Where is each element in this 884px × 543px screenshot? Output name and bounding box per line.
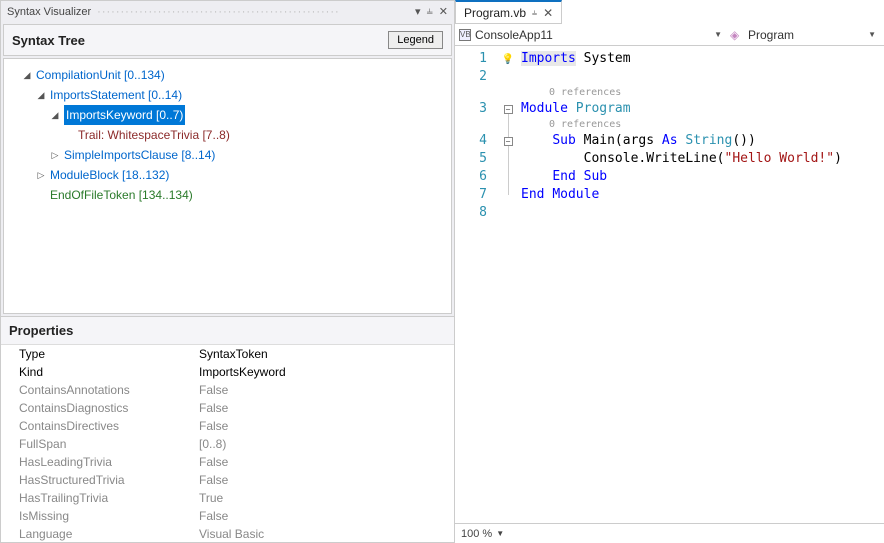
lightbulb-icon[interactable]: 💡: [502, 54, 514, 65]
codelens[interactable]: 0 references: [521, 118, 884, 132]
prop-row: ContainsDirectivesFalse: [1, 417, 454, 435]
close-icon[interactable]: ✕: [543, 6, 553, 20]
expander-icon[interactable]: ▷: [50, 150, 60, 160]
code-content[interactable]: Imports System 0 references Module Progr…: [521, 46, 884, 523]
properties-header: Properties: [1, 316, 454, 344]
expander-icon[interactable]: ◢: [36, 90, 46, 100]
project-icon: VB: [459, 29, 471, 41]
prop-row: KindImportsKeyword: [1, 363, 454, 381]
expander-icon[interactable]: ▷: [36, 170, 46, 180]
zoom-level[interactable]: 100 %: [461, 528, 492, 540]
dropdown-icon[interactable]: ▾: [415, 5, 421, 18]
prop-row: ContainsAnnotationsFalse: [1, 381, 454, 399]
line-numbers: 1 2 3 4 5 6 7 8: [455, 46, 495, 523]
editor-panel: Program.vb ⫨ ✕ VB ConsoleApp11 ▼ ◈ Progr…: [455, 0, 884, 543]
zoom-bar: 100 % ▼: [455, 523, 884, 543]
codelens[interactable]: 0 references: [521, 86, 884, 100]
syntax-visualizer-panel: Syntax Visualizer ······················…: [0, 0, 455, 543]
tree-node[interactable]: ▷ModuleBlock [18..132): [8, 165, 447, 185]
prop-row: LanguageVisual Basic: [1, 525, 454, 542]
tree-node[interactable]: ▷SimpleImportsClause [8..14): [8, 145, 447, 165]
tab-bar: Program.vb ⫨ ✕: [455, 0, 884, 24]
nav-bar: VB ConsoleApp11 ▼ ◈ Program ▼: [455, 24, 884, 46]
panel-titlebar: Syntax Visualizer ······················…: [1, 1, 454, 22]
member-dropdown[interactable]: ◈ Program ▼: [730, 28, 880, 42]
expander-icon[interactable]: ◢: [50, 110, 60, 120]
tab-label: Program.vb: [464, 6, 526, 20]
close-icon[interactable]: ✕: [439, 5, 448, 18]
tree-node[interactable]: ◢CompilationUnit [0..134): [8, 65, 447, 85]
syntax-tree-header: Syntax Tree Legend: [3, 24, 452, 56]
fold-toggle[interactable]: −: [504, 137, 513, 146]
fold-column: 💡 − −: [495, 46, 521, 523]
tab-program[interactable]: Program.vb ⫨ ✕: [455, 0, 562, 24]
chevron-down-icon: ▼: [714, 30, 722, 39]
tree-node[interactable]: ◢Trail: WhitespaceTrivia [7..8): [8, 125, 447, 145]
panel-title-text: Syntax Visualizer: [7, 6, 91, 18]
syntax-tree[interactable]: ◢CompilationUnit [0..134) ◢ImportsStatem…: [3, 58, 452, 314]
fold-toggle[interactable]: −: [504, 105, 513, 114]
prop-row: HasStructuredTriviaFalse: [1, 471, 454, 489]
code-editor[interactable]: 1 2 3 4 5 6 7 8 💡 − − Imports System 0 r…: [455, 46, 884, 523]
prop-row: TypeSyntaxToken: [1, 345, 454, 363]
prop-row: HasLeadingTriviaFalse: [1, 453, 454, 471]
syntax-tree-label: Syntax Tree: [12, 33, 85, 48]
expander-icon[interactable]: ◢: [22, 70, 32, 80]
properties-grid[interactable]: TypeSyntaxToken KindImportsKeyword Conta…: [1, 344, 454, 542]
tree-node-selected[interactable]: ◢ImportsKeyword [0..7): [8, 105, 447, 125]
prop-row: ContainsDiagnosticsFalse: [1, 399, 454, 417]
tree-node[interactable]: ◢ImportsStatement [0..14): [8, 85, 447, 105]
prop-row: FullSpan[0..8): [1, 435, 454, 453]
pin-icon[interactable]: ⫨: [427, 5, 433, 18]
chevron-down-icon: ▼: [868, 30, 876, 39]
panel-grip[interactable]: ········································…: [97, 6, 409, 18]
tree-node[interactable]: ▷EndOfFileToken [134..134): [8, 185, 447, 205]
chevron-down-icon[interactable]: ▼: [496, 529, 504, 538]
prop-row: IsMissingFalse: [1, 507, 454, 525]
pin-icon[interactable]: ⫨: [532, 7, 537, 18]
legend-button[interactable]: Legend: [388, 31, 443, 49]
project-dropdown[interactable]: VB ConsoleApp11 ▼: [459, 28, 726, 42]
prop-row: HasTrailingTriviaTrue: [1, 489, 454, 507]
module-icon: ◈: [730, 28, 744, 42]
